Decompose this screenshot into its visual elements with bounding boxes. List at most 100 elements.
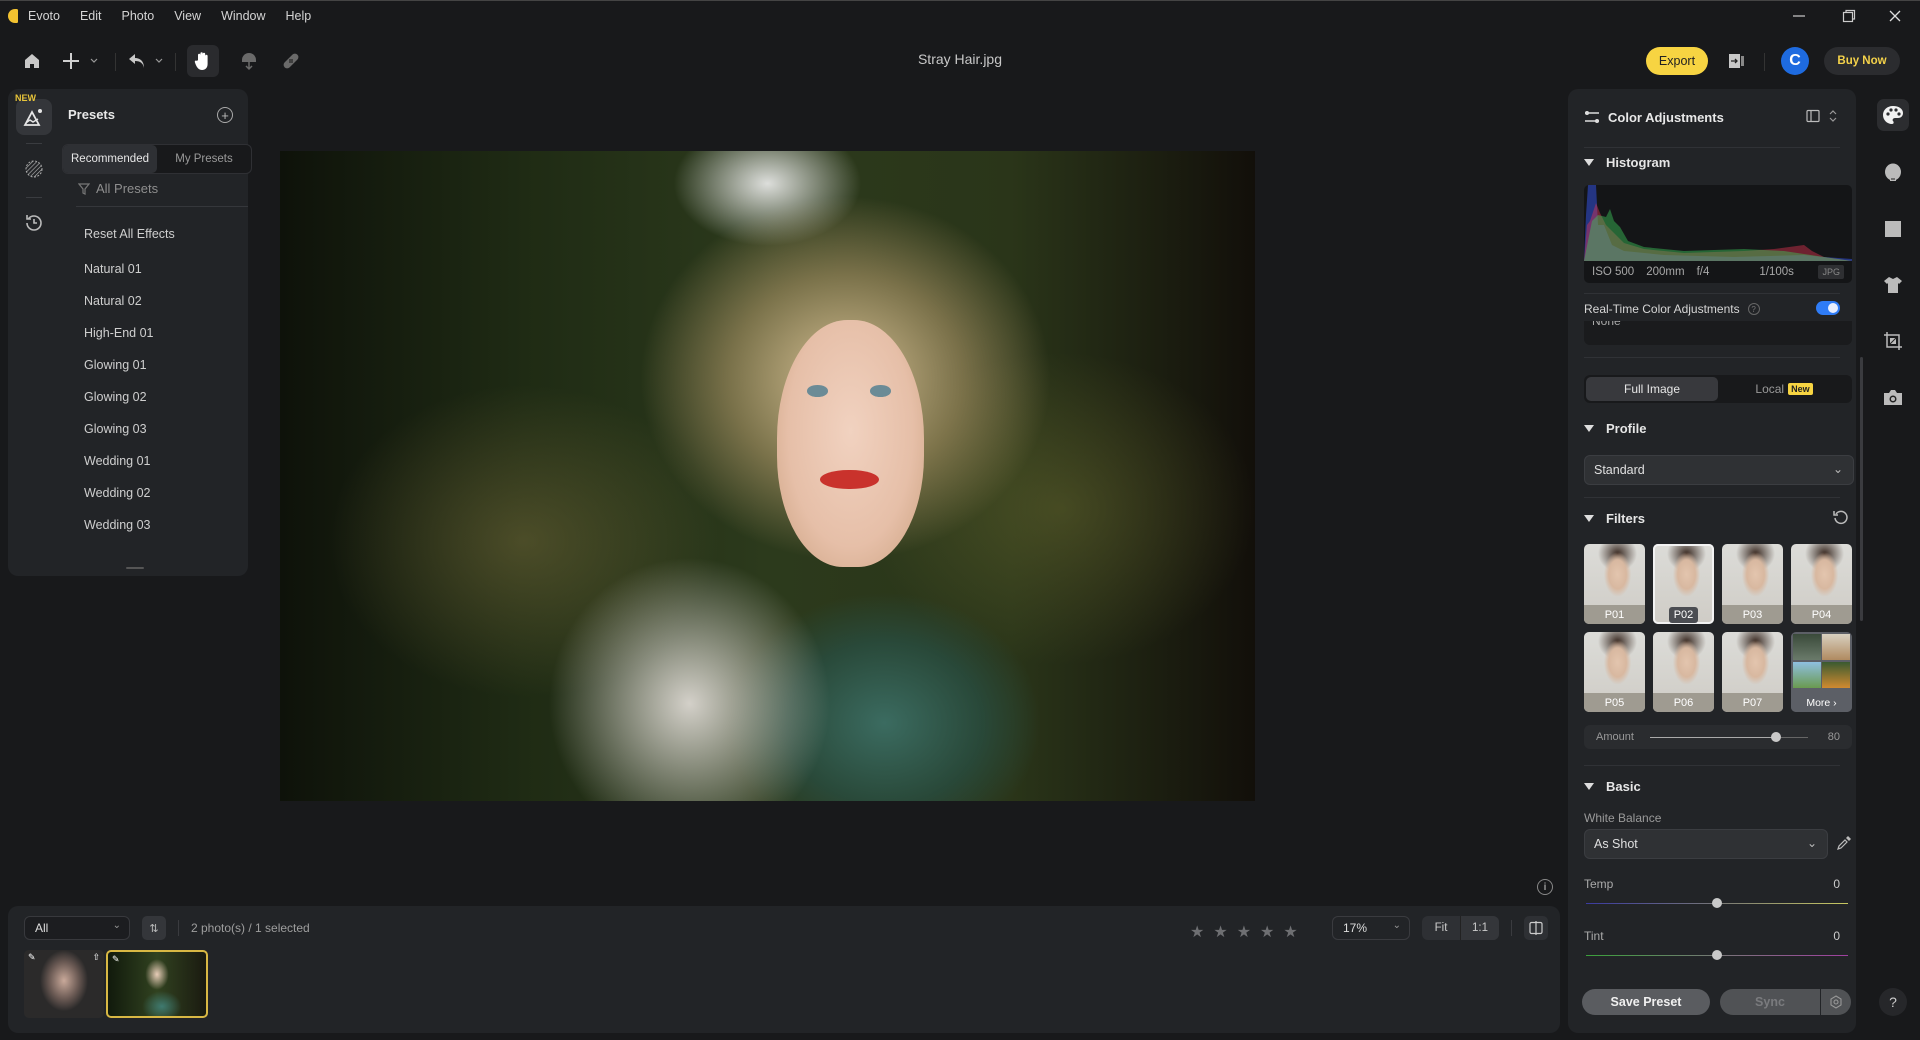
profile-select[interactable]: Standard ⌄	[1584, 455, 1854, 485]
collapse-expand-button[interactable]	[1828, 108, 1838, 129]
preset-item[interactable]: Glowing 01	[76, 349, 248, 381]
add-photo-button[interactable]	[62, 45, 102, 77]
stamp-tool-button[interactable]	[235, 45, 263, 77]
rail-clothing-button[interactable]	[1877, 269, 1909, 301]
white-balance-select[interactable]: As Shot ⌄	[1584, 829, 1828, 859]
all-presets-filter[interactable]: All Presets	[78, 181, 158, 196]
tint-slider-knob[interactable]	[1712, 950, 1722, 960]
save-preset-button[interactable]: Save Preset	[1582, 989, 1710, 1015]
preset-item[interactable]: High-End 01	[76, 317, 248, 349]
image-info-button[interactable]: i	[1537, 879, 1553, 895]
amount-value: 80	[1827, 731, 1840, 743]
filter-card[interactable]: P04	[1791, 544, 1852, 624]
undo-button[interactable]	[128, 45, 168, 77]
temp-slider-knob[interactable]	[1712, 898, 1722, 908]
filter-card[interactable]: P07	[1722, 632, 1783, 712]
menu-photo[interactable]: Photo	[122, 9, 155, 23]
menu-help[interactable]: Help	[286, 9, 312, 23]
panel-title: Color Adjustments	[1608, 109, 1724, 125]
adjustments-sliders-icon	[1585, 111, 1599, 123]
sync-settings-button[interactable]	[1821, 989, 1851, 1015]
photo-thumbnail-selected[interactable]: ✎	[106, 950, 208, 1018]
menu-window[interactable]: Window	[221, 9, 265, 23]
filter-card-selected[interactable]: P02	[1653, 544, 1714, 624]
home-icon	[25, 54, 39, 68]
close-button[interactable]	[1872, 1, 1918, 31]
help-circle-icon[interactable]: ?	[1747, 303, 1760, 315]
filter-card[interactable]: P01	[1584, 544, 1645, 624]
amount-slider-track[interactable]	[1650, 737, 1808, 738]
histogram-section-toggle[interactable]: Histogram	[1584, 155, 1670, 170]
photo-canvas[interactable]	[280, 151, 1255, 801]
rail-background-button[interactable]	[1877, 213, 1909, 245]
preset-item[interactable]: Wedding 02	[76, 477, 248, 509]
preset-item[interactable]: Wedding 01	[76, 445, 248, 477]
tab-full-image[interactable]: Full Image	[1586, 377, 1718, 401]
send-to-button[interactable]	[1726, 45, 1748, 77]
rail-color-button[interactable]	[1877, 99, 1909, 131]
photo-background	[280, 151, 1255, 801]
help-button[interactable]: ?	[1879, 988, 1907, 1016]
rail-presets-button[interactable]	[16, 99, 52, 135]
preset-item[interactable]: Glowing 03	[76, 413, 248, 445]
star-icon[interactable]: ★	[1213, 922, 1227, 942]
export-button[interactable]: Export	[1646, 47, 1708, 75]
user-avatar[interactable]: C	[1781, 47, 1809, 75]
rail-face-button[interactable]	[1877, 157, 1909, 189]
preset-item[interactable]: Glowing 02	[76, 381, 248, 413]
fit-button[interactable]: Fit	[1422, 916, 1460, 940]
chevron-down-icon: ⌄	[112, 920, 121, 931]
clothing-icon	[1884, 277, 1902, 293]
rail-history-button[interactable]	[16, 205, 52, 241]
right-panel-scrollbar[interactable]	[1860, 357, 1863, 621]
photo-filter-select[interactable]: All ⌄	[24, 916, 130, 940]
sync-button[interactable]: Sync	[1720, 989, 1820, 1015]
buy-now-button[interactable]: Buy Now	[1824, 47, 1900, 75]
minimize-button[interactable]	[1776, 1, 1822, 31]
tab-my-presets[interactable]: My Presets	[157, 145, 251, 173]
zoom-value: 17%	[1343, 921, 1368, 935]
filter-card[interactable]: P06	[1653, 632, 1714, 712]
tab-local[interactable]: Local New	[1718, 377, 1850, 401]
one-to-one-button[interactable]: 1:1	[1460, 916, 1499, 940]
reset-all-effects[interactable]: Reset All Effects	[76, 218, 248, 250]
rail-texture-button[interactable]	[16, 151, 52, 187]
preset-item[interactable]: Natural 01	[76, 253, 248, 285]
star-icon[interactable]: ★	[1190, 922, 1204, 942]
home-button[interactable]	[18, 45, 46, 77]
menu-edit[interactable]: Edit	[80, 9, 102, 23]
filter-card[interactable]: P03	[1722, 544, 1783, 624]
realtime-preset-dropdown[interactable]: None	[1584, 321, 1852, 345]
preset-item[interactable]: Wedding 03	[76, 509, 248, 541]
photo-thumbnail[interactable]: ✎ ⇧	[24, 950, 104, 1018]
profile-section-toggle[interactable]: Profile	[1584, 421, 1646, 436]
amount-slider-knob[interactable]	[1771, 732, 1782, 742]
preset-item[interactable]: Natural 02	[76, 285, 248, 317]
filters-section-toggle[interactable]: Filters	[1584, 511, 1645, 526]
heal-tool-button[interactable]	[277, 45, 305, 77]
tab-recommended[interactable]: Recommended	[63, 145, 157, 173]
expand-collapse-icon	[1829, 110, 1837, 122]
eyedropper-button[interactable]	[1836, 835, 1852, 856]
hand-tool-button[interactable]	[187, 45, 219, 77]
menu-evoto[interactable]: Evoto	[28, 9, 60, 23]
rail-crop-button[interactable]	[1877, 325, 1909, 357]
restore-button[interactable]	[1826, 1, 1872, 31]
menu-view[interactable]: View	[174, 9, 201, 23]
star-icon[interactable]: ★	[1260, 922, 1274, 942]
panel-resize-handle[interactable]	[126, 567, 144, 569]
filters-title: Filters	[1606, 511, 1646, 526]
more-filters-button[interactable]: More ›	[1791, 632, 1852, 712]
filter-card[interactable]: P05	[1584, 632, 1645, 712]
basic-section-toggle[interactable]: Basic	[1584, 779, 1641, 794]
zoom-select[interactable]: 17% ⌄	[1332, 916, 1410, 940]
add-preset-button[interactable]: +	[217, 107, 233, 123]
rail-camera-button[interactable]	[1877, 381, 1909, 413]
compare-view-button[interactable]	[1524, 916, 1548, 940]
sort-button[interactable]: ⇅	[142, 916, 166, 940]
reset-filters-button[interactable]	[1832, 509, 1850, 532]
panel-layout-button[interactable]	[1806, 109, 1820, 128]
realtime-color-toggle[interactable]	[1816, 301, 1840, 315]
star-icon[interactable]: ★	[1237, 922, 1251, 942]
star-icon[interactable]: ★	[1283, 922, 1297, 942]
